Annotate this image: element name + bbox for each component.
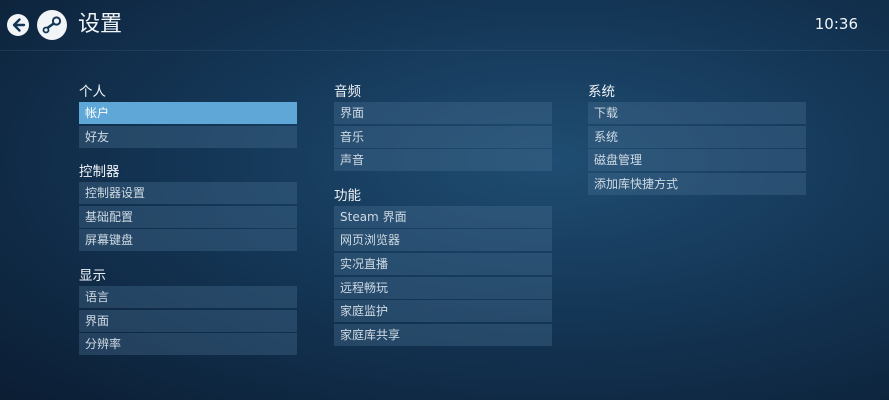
menu-item-add-library-shortcut[interactable]: 添加库快捷方式 — [588, 172, 806, 195]
menu-item-resolution[interactable]: 分辨率 — [79, 333, 297, 356]
back-arrow-icon[interactable] — [6, 13, 30, 37]
top-bar: 设置 10:36 — [0, 0, 889, 50]
menu-item-family-library-sharing[interactable]: 家庭库共享 — [334, 323, 552, 346]
menu-item-audio-interface[interactable]: 界面 — [334, 102, 552, 124]
menu-item-system[interactable]: 系统 — [588, 125, 806, 148]
menu-item-language[interactable]: 语言 — [79, 285, 297, 308]
clock: 10:36 — [814, 15, 858, 33]
menu-item-sound[interactable]: 声音 — [334, 149, 552, 172]
menu-item-broadcasting[interactable]: 实况直播 — [334, 252, 552, 275]
section-header-features: 功能 — [334, 187, 361, 204]
column-1: 个人 帐户 好友 控制器 控制器设置 基础配置 屏幕键盘 显示 语言 界面 分辨… — [79, 80, 297, 357]
section-header-personal: 个人 — [79, 84, 106, 100]
steam-logo-icon — [37, 10, 67, 40]
menu-item-family-view[interactable]: 家庭监护 — [334, 300, 552, 323]
menu-item-base-config[interactable]: 基础配置 — [79, 205, 297, 228]
section-header-display: 显示 — [79, 267, 106, 284]
column-3: 系统 下载 系统 磁盘管理 添加库快捷方式 — [588, 80, 806, 196]
section-header-system: 系统 — [588, 84, 615, 100]
menu-item-web-browser[interactable]: 网页浏览器 — [334, 229, 552, 252]
header-divider — [0, 50, 889, 51]
column-2: 音频 界面 音乐 声音 功能 Steam 界面 网页浏览器 实况直播 远程畅玩 … — [334, 80, 552, 347]
section-header-controller: 控制器 — [79, 164, 120, 181]
page-title: 设置 — [78, 12, 123, 37]
menu-item-interface[interactable]: 界面 — [79, 309, 297, 332]
section-header-audio: 音频 — [334, 84, 361, 100]
menu-item-disk-management[interactable]: 磁盘管理 — [588, 149, 806, 172]
menu-item-controller-settings[interactable]: 控制器设置 — [79, 182, 297, 205]
menu-item-music[interactable]: 音乐 — [334, 125, 552, 148]
menu-item-account[interactable]: 帐户 — [79, 102, 297, 124]
menu-item-steam-interface[interactable]: Steam 界面 — [334, 205, 552, 228]
menu-item-onscreen-keyboard[interactable]: 屏幕键盘 — [79, 229, 297, 252]
menu-item-downloads[interactable]: 下载 — [588, 102, 806, 124]
menu-item-friends[interactable]: 好友 — [79, 125, 297, 148]
menu-item-remote-play[interactable]: 远程畅玩 — [334, 276, 552, 299]
